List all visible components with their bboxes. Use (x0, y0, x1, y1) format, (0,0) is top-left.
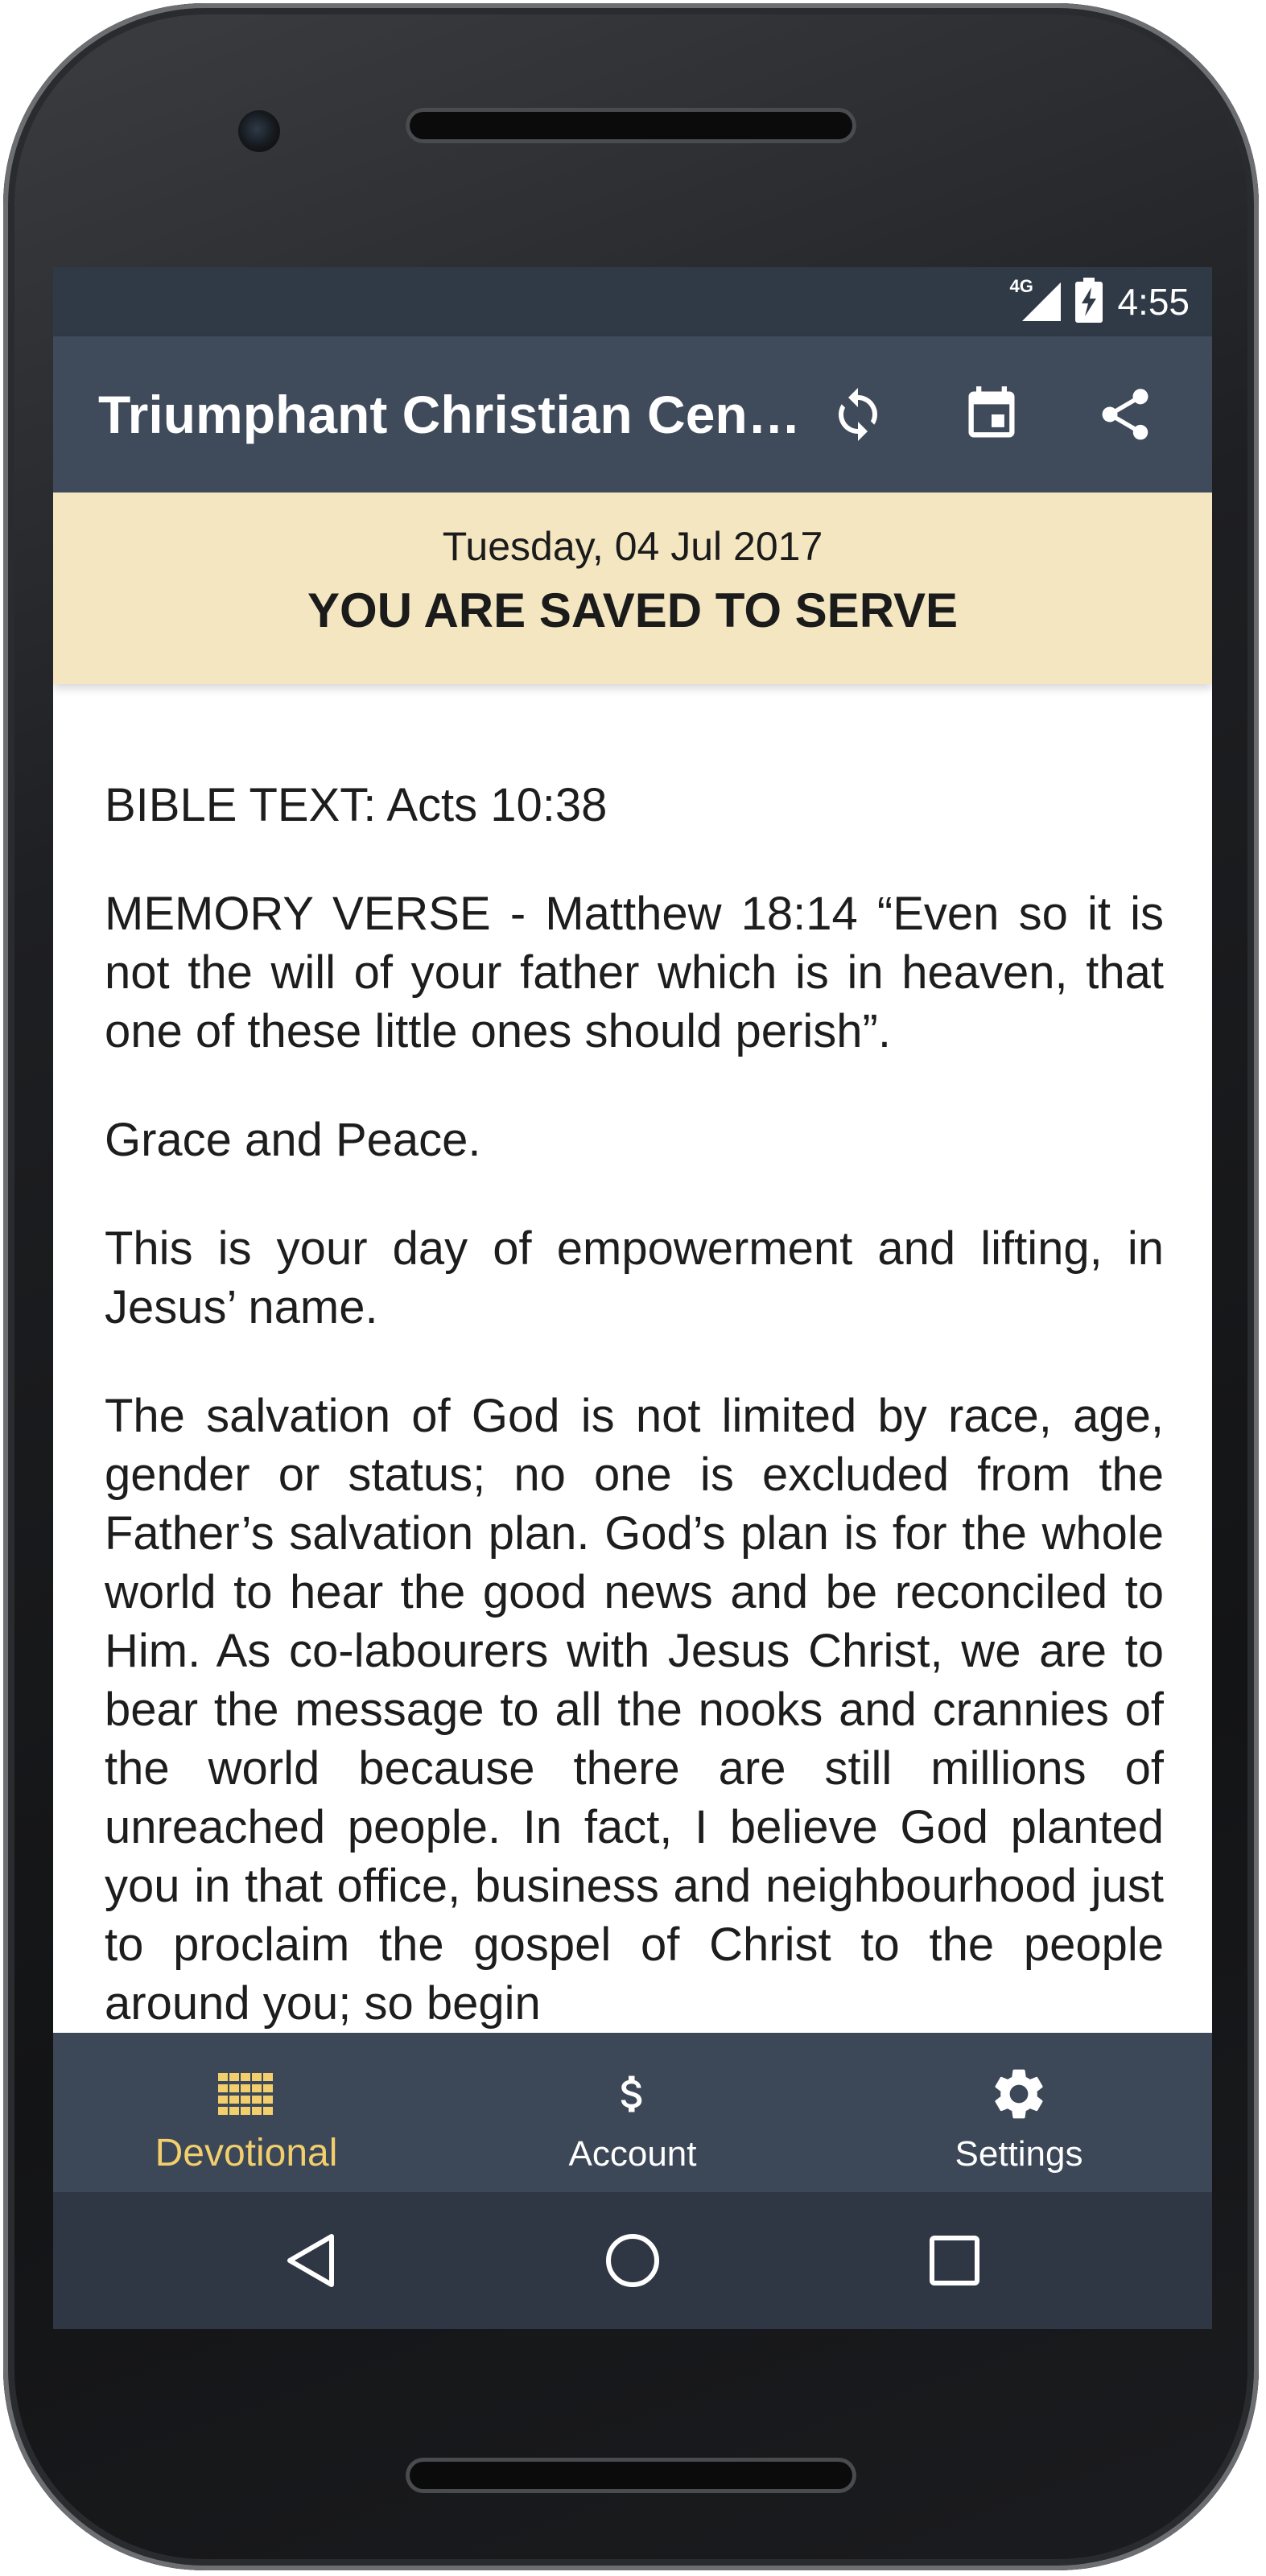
back-icon[interactable] (270, 2220, 351, 2301)
tab-settings[interactable]: Settings (826, 2033, 1212, 2192)
sync-icon[interactable] (818, 374, 898, 455)
tab-devotional[interactable]: Devotional (53, 2033, 439, 2192)
top-speaker (406, 108, 856, 143)
calendar-icon[interactable] (951, 374, 1032, 455)
gear-icon (826, 2062, 1212, 2126)
status-icons: 4G 4:55 (1009, 267, 1190, 336)
signal-icon: 4G (1009, 276, 1062, 324)
recents-icon[interactable] (914, 2220, 995, 2301)
greeting: Grace and Peace. (105, 1114, 481, 1166)
share-icon[interactable] (1085, 374, 1165, 455)
app-bar: Triumphant Christian Cen… (53, 336, 1212, 493)
app-title: Triumphant Christian Cen… (98, 385, 801, 444)
tab-account-label: Account (568, 2134, 697, 2174)
tab-settings-label: Settings (955, 2134, 1083, 2174)
memory-verse: MEMORY VERSE - Matthew 18:14 “Even so it… (105, 888, 1164, 1057)
system-navigation-bar (53, 2192, 1212, 2329)
bible-text: BIBLE TEXT: Acts 10:38 (105, 779, 608, 831)
clock: 4:55 (1117, 281, 1190, 323)
network-type-label: 4G (1009, 276, 1033, 296)
bottom-speaker (406, 2458, 856, 2493)
status-bar: 4G 4:55 (53, 267, 1212, 336)
dollar-icon (439, 2062, 826, 2126)
phone-frame: 4G 4:55 Triumphant Christian Cen… Tuesda… (3, 3, 1259, 2570)
grid-icon (53, 2062, 439, 2126)
tab-account[interactable]: Account (439, 2033, 826, 2192)
declaration: This is your day of empowerment and lift… (105, 1222, 1164, 1333)
front-camera (238, 110, 280, 152)
devotional-date: Tuesday, 04 Jul 2017 (442, 524, 823, 569)
bottom-navigation: Devotional Account Settings (53, 2033, 1212, 2192)
body-paragraph: The salvation of God is not limited by r… (105, 1390, 1164, 2030)
screen: 4G 4:55 Triumphant Christian Cen… Tuesda… (53, 267, 1212, 2329)
home-icon[interactable] (592, 2220, 673, 2301)
tab-devotional-label: Devotional (155, 2132, 338, 2174)
devotional-title: YOU ARE SAVED TO SERVE (307, 583, 958, 637)
battery-icon (1075, 277, 1103, 327)
devotional-header: Tuesday, 04 Jul 2017 YOU ARE SAVED TO SE… (53, 493, 1212, 684)
